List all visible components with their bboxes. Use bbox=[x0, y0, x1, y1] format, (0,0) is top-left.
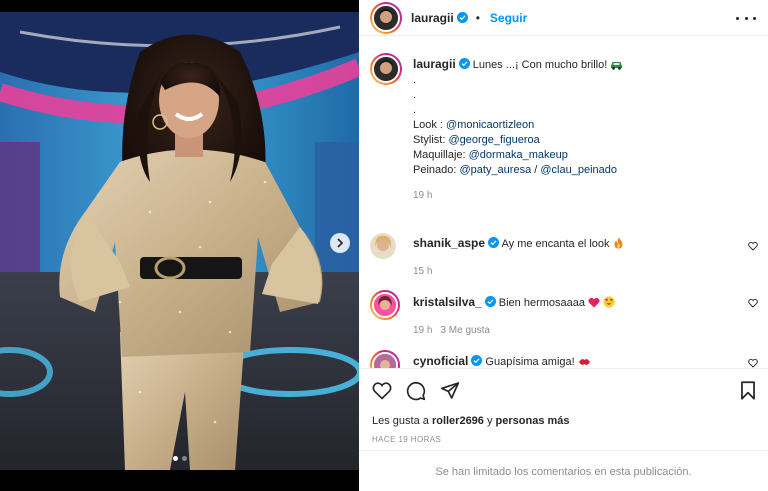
caption-time[interactable]: 19 h bbox=[413, 190, 432, 201]
verified-badge-icon bbox=[456, 12, 468, 23]
comment-text: Bien hermosaaaa bbox=[498, 297, 586, 309]
author-username[interactable]: lauragii bbox=[411, 11, 454, 25]
next-image-button[interactable] bbox=[330, 233, 350, 253]
commenter-avatar bbox=[372, 352, 398, 368]
comment-body: shanik_aspe Ay me encanta el look 15 h bbox=[413, 236, 733, 279]
commenter-avatar-ring[interactable] bbox=[370, 290, 400, 320]
post-photo bbox=[0, 12, 359, 470]
commenter-username[interactable]: kristalsilva_ bbox=[413, 295, 482, 309]
post-timestamp[interactable]: HACE 19 HORAS bbox=[372, 435, 441, 444]
fire-emoji-icon bbox=[614, 237, 623, 249]
caption-dot: . bbox=[413, 104, 417, 116]
follow-button[interactable]: Seguir bbox=[490, 11, 527, 25]
carousel-dot-active bbox=[172, 456, 178, 461]
commenter-avatar[interactable] bbox=[370, 233, 396, 259]
mention-link[interactable]: @clau_peinado bbox=[540, 164, 617, 176]
caption: lauragii Lunes ...¡ Con mucho brillo! . … bbox=[370, 53, 758, 223]
mention-link[interactable]: @george_figueroa bbox=[448, 134, 539, 146]
car-emoji-icon bbox=[611, 62, 623, 70]
credit-stylist: Stylist: @george_figueroa bbox=[413, 134, 540, 146]
kiss-mark-emoji-icon bbox=[578, 359, 590, 365]
commenter-username[interactable]: shanik_aspe bbox=[413, 236, 485, 250]
caption-text: Lunes ...¡ Con mucho brillo! bbox=[472, 59, 608, 71]
credit-makeup: Maquillaje: @dormaka_makeup bbox=[413, 149, 568, 161]
like-comment-heart-icon[interactable] bbox=[748, 241, 758, 251]
comment-text: Guapísima amiga! bbox=[485, 356, 575, 368]
heart-eyes-emoji-icon bbox=[603, 296, 615, 308]
mention-link[interactable]: @dormaka_makeup bbox=[469, 149, 568, 161]
caption-avatar-ring[interactable] bbox=[370, 53, 402, 85]
post-header: lauragii • Seguir bbox=[359, 0, 768, 36]
caption-username[interactable]: lauragii bbox=[413, 57, 456, 71]
save-bookmark-button[interactable] bbox=[740, 381, 756, 400]
comment-time[interactable]: 15 h bbox=[413, 266, 432, 277]
action-icons bbox=[372, 381, 460, 401]
comment-body: cynoficial Guapísima amiga! bbox=[413, 354, 733, 368]
comment-likes[interactable]: 3 Me gusta bbox=[440, 325, 489, 336]
like-comment-heart-icon[interactable] bbox=[748, 298, 758, 308]
comment: cynoficial Guapísima amiga! bbox=[370, 350, 758, 368]
caption-dot: . bbox=[413, 89, 417, 101]
commenter-avatar-ring[interactable] bbox=[370, 350, 400, 368]
liked-by-username[interactable]: roller2696 bbox=[432, 415, 484, 427]
like-heart-icon[interactable] bbox=[372, 381, 392, 400]
verified-badge-icon bbox=[484, 296, 496, 307]
red-heart-emoji-icon bbox=[588, 297, 600, 308]
verified-badge-icon bbox=[458, 58, 470, 69]
likes-summary[interactable]: Les gusta a roller2696 y personas más bbox=[372, 415, 570, 427]
comments-limited-notice: Se han limitado los comentarios en esta … bbox=[359, 450, 768, 491]
verified-badge-icon bbox=[488, 237, 500, 248]
comment-meta: 15 h bbox=[413, 264, 733, 279]
caption-dot: . bbox=[413, 74, 417, 86]
comments-list[interactable]: lauragii Lunes ...¡ Con mucho brillo! . … bbox=[359, 37, 768, 368]
more-options-icon[interactable] bbox=[736, 10, 756, 26]
comment-time[interactable]: 19 h bbox=[413, 325, 432, 336]
bookmark-icon bbox=[741, 381, 755, 400]
caption-meta: 19 h bbox=[413, 188, 733, 203]
author-avatar-ring[interactable] bbox=[370, 1, 402, 34]
header-separator: • bbox=[475, 10, 480, 25]
chevron-right-icon bbox=[337, 238, 344, 248]
comment: kristalsilva_ Bien hermosaaaa 19 h 3 Me g… bbox=[370, 290, 758, 336]
post-details-panel: lauragii • Seguir lauragii Lunes ...¡ Co… bbox=[359, 0, 768, 491]
carousel-dot bbox=[181, 456, 187, 461]
post-actions: Les gusta a roller2696 y personas más HA… bbox=[359, 368, 768, 491]
comment: shanik_aspe Ay me encanta el look 15 h bbox=[370, 233, 758, 277]
verified-badge-icon bbox=[471, 355, 483, 366]
carousel-indicator bbox=[0, 456, 359, 461]
caption-body: lauragii Lunes ...¡ Con mucho brillo! . … bbox=[413, 57, 733, 203]
comment-body: kristalsilva_ Bien hermosaaaa 19 h 3 Me g… bbox=[413, 295, 733, 338]
commenter-avatar bbox=[372, 292, 398, 318]
mention-link[interactable]: @monicaortizleon bbox=[446, 119, 534, 131]
credit-look: Look : @monicaortizleon bbox=[413, 119, 535, 131]
credit-hair: Peinado: @paty_auresa / @clau_peinado bbox=[413, 164, 617, 176]
like-comment-heart-icon[interactable] bbox=[748, 358, 758, 368]
likes-others[interactable]: personas más bbox=[496, 415, 570, 427]
comment-text: Ay me encanta el look bbox=[501, 238, 610, 250]
comment-meta: 19 h 3 Me gusta bbox=[413, 323, 733, 338]
caption-avatar bbox=[372, 55, 400, 83]
commenter-username[interactable]: cynoficial bbox=[413, 354, 468, 368]
mention-link[interactable]: @paty_auresa bbox=[459, 164, 531, 176]
share-send-icon[interactable] bbox=[440, 381, 460, 400]
comment-bubble-icon[interactable] bbox=[406, 381, 426, 401]
instagram-post-modal: lauragii • Seguir lauragii Lunes ...¡ Co… bbox=[0, 0, 768, 491]
author-avatar bbox=[372, 3, 400, 32]
post-media[interactable] bbox=[0, 0, 359, 491]
